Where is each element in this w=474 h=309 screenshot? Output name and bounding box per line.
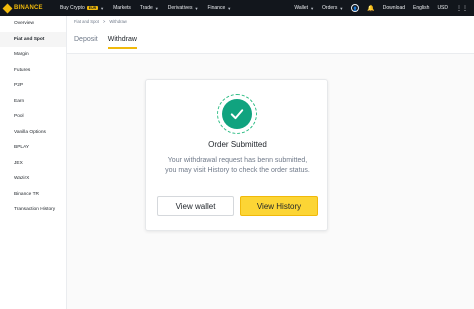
sidebar-item-futures[interactable]: Futures [0, 63, 66, 79]
tabs-divider [67, 53, 474, 54]
logo-text: BINANCE [14, 5, 43, 11]
nav-markets[interactable]: Markets [113, 5, 131, 11]
breadcrumb-current: Withdraw [109, 19, 127, 24]
nav-download[interactable]: Download [383, 5, 405, 11]
main-menu: Buy Crypto EUR ▼ Markets Trade ▼ Derivat… [60, 5, 240, 11]
grid-menu-icon[interactable]: ⋮⋮ [456, 5, 468, 12]
nav-orders[interactable]: Orders ▼ [322, 5, 343, 11]
nav-trade-label: Trade [139, 5, 153, 11]
binance-logo-icon [2, 3, 13, 13]
nav-buy-crypto-label: Buy Crypto [60, 5, 85, 11]
checkmark-icon [222, 99, 252, 129]
sidebar-item-label: Earn [14, 98, 25, 104]
nav-finance-label: Finance [207, 5, 226, 11]
sidebar-item-transaction-history[interactable]: Transaction History [0, 202, 66, 218]
nav-markets-label: Markets [113, 5, 131, 11]
sidebar-item-label: P2P [14, 83, 24, 89]
sidebar-item-label: Pool [14, 114, 24, 120]
success-icon-ring [217, 94, 257, 134]
sidebar-item-fiat-and-spot[interactable]: Fiat and Spot [0, 31, 66, 47]
bell-icon[interactable]: 🔔 [367, 5, 374, 12]
dialog-title: Order Submitted [208, 140, 267, 149]
sidebar-item-label: WazirX [14, 176, 30, 182]
app-root: BINANCE Buy Crypto EUR ▼ Markets Trade ▼… [0, 0, 474, 309]
dialog-message: Your withdrawal request has benn submitt… [165, 157, 310, 174]
nav-derivatives-label: Derivatives [167, 5, 193, 11]
sidebar-item-label: Futures [14, 67, 31, 73]
sidebar-item-label: Vanilla Options [14, 129, 46, 135]
chevron-down-icon: ▼ [100, 5, 105, 11]
nav-buy-crypto[interactable]: Buy Crypto EUR ▼ [60, 5, 104, 11]
sidebar-item-p2p[interactable]: P2P [0, 78, 66, 94]
chevron-down-icon: ▼ [194, 5, 199, 11]
sidebar-item-label: Transaction History [14, 207, 56, 213]
view-wallet-button[interactable]: View wallet [157, 196, 234, 216]
sidebar-item-binance-tr[interactable]: Binance TR [0, 187, 66, 203]
chevron-down-icon: ▼ [310, 5, 315, 11]
sidebar-item-overview[interactable]: Overview [0, 16, 66, 32]
nav-derivatives[interactable]: Derivatives ▼ [168, 5, 199, 11]
user-menu: Wallet ▼ Orders ▼ 👤 🔔 Download English U… [294, 4, 474, 12]
sidebar-item-label: JEX [14, 160, 23, 166]
nav-trade[interactable]: Trade ▼ [140, 5, 159, 11]
breadcrumb: Fiat and Spot > Withdraw [74, 19, 127, 24]
sidebar-item-vanilla-options[interactable]: Vanilla Options [0, 125, 66, 141]
nav-language[interactable]: English [413, 5, 429, 11]
nav-wallet-label: Wallet [294, 5, 309, 11]
breadcrumb-separator: > [102, 19, 106, 24]
order-submitted-dialog: Order Submitted Your withdrawal request … [145, 79, 328, 231]
sidebar-item-label: Fiat and Spot [14, 36, 45, 42]
nav-orders-label: Orders [322, 5, 338, 11]
nav-wallet[interactable]: Wallet ▼ [294, 5, 314, 11]
binance-logo[interactable]: BINANCE [2, 3, 60, 13]
tab-withdraw[interactable]: Withdraw [107, 36, 137, 49]
sidebar-item-jex[interactable]: JEX [0, 156, 66, 172]
nav-language-label: English [413, 5, 430, 11]
sidebar-item-label: Binance TR [14, 191, 39, 197]
sidebar-item-label: BPLAY [14, 145, 30, 151]
tab-deposit[interactable]: Deposit [74, 36, 98, 49]
top-navigation-bar: BINANCE Buy Crypto EUR ▼ Markets Trade ▼… [0, 0, 474, 16]
sidebar-item-label: Overview [14, 21, 34, 27]
view-history-button[interactable]: View History [240, 196, 318, 216]
chevron-down-icon: ▼ [339, 5, 344, 11]
nav-currency-label: USD [437, 5, 448, 11]
sidebar-item-label: Margin [14, 52, 29, 58]
currency-badge: EUR [86, 6, 99, 10]
user-avatar-icon[interactable]: 👤 [351, 4, 360, 12]
chevron-down-icon: ▼ [154, 5, 159, 11]
nav-currency[interactable]: USD [437, 5, 448, 11]
chevron-down-icon: ▼ [227, 5, 232, 11]
breadcrumb-parent-link[interactable]: Fiat and Spot [74, 19, 99, 24]
sidebar-item-pool[interactable]: Pool [0, 109, 66, 125]
nav-finance[interactable]: Finance ▼ [207, 5, 231, 11]
sidebar-item-earn[interactable]: Earn [0, 94, 66, 110]
sidebar: Overview Fiat and Spot Margin Futures P2… [0, 16, 67, 309]
sidebar-item-margin[interactable]: Margin [0, 47, 66, 63]
sidebar-item-bplay[interactable]: BPLAY [0, 140, 66, 156]
tab-bar: Deposit Withdraw [74, 36, 147, 49]
sidebar-item-wazirx[interactable]: WazirX [0, 171, 66, 187]
nav-download-label: Download [382, 5, 406, 11]
